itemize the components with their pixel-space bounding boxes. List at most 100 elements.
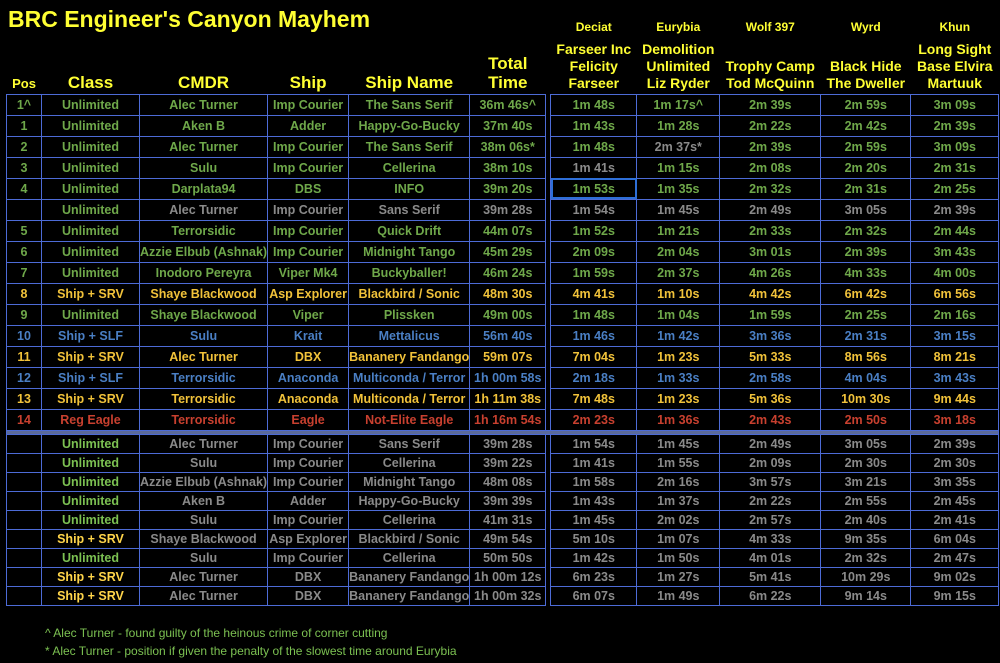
cell-eurybia[interactable]: 1m 23s <box>636 387 721 410</box>
cell-wyrd[interactable]: 4m 33s <box>820 261 912 284</box>
cell-wyrd[interactable]: 2m 40s <box>820 509 912 530</box>
cell-ship-name[interactable]: Multiconda / Terror <box>348 366 471 389</box>
cell-eurybia[interactable]: 1m 50s <box>636 547 721 568</box>
cell-ship[interactable]: Imp Courier <box>267 135 350 158</box>
cell-khun[interactable]: 8m 21s <box>910 345 1000 368</box>
cell-total-time[interactable]: 38m 10s <box>469 156 547 179</box>
cell-khun[interactable]: 2m 30s <box>910 452 1000 473</box>
cell-eurybia[interactable]: 1m 37s <box>636 490 721 511</box>
cell-class[interactable]: Unlimited <box>41 261 140 284</box>
cell-class[interactable]: Ship + SRV <box>41 528 140 549</box>
cell-deciat[interactable]: 1m 48s <box>550 303 638 326</box>
cell-deciat[interactable]: 7m 04s <box>550 345 638 368</box>
cell-wyrd[interactable]: 2m 31s <box>820 324 912 347</box>
cell-ship-name[interactable]: Plissken <box>348 303 471 326</box>
cell-pos[interactable] <box>6 471 42 492</box>
cell-eurybia[interactable]: 1m 07s <box>636 528 721 549</box>
cell-wyrd[interactable]: 2m 50s <box>820 408 912 431</box>
cell-cmdr[interactable]: Aken B <box>138 114 269 137</box>
cell-ship-name[interactable]: The Sans Serif <box>348 135 471 158</box>
cell-cmdr[interactable]: Shaye Blackwood <box>138 282 269 305</box>
cell-pos[interactable] <box>6 585 42 606</box>
cell-ship[interactable]: Imp Courier <box>267 240 350 263</box>
cell-pos[interactable]: 7 <box>6 261 42 284</box>
cell-wolf-397[interactable]: 2m 09s <box>719 452 822 473</box>
cell-total-time[interactable]: 59m 07s <box>469 345 547 368</box>
cell-eurybia[interactable]: 1m 15s <box>636 156 721 179</box>
cell-khun[interactable]: 2m 47s <box>910 547 1000 568</box>
cell-cmdr[interactable]: Sulu <box>138 509 269 530</box>
cell-cmdr[interactable]: Sulu <box>138 547 269 568</box>
cell-deciat[interactable]: 1m 43s <box>550 114 638 137</box>
cell-total-time[interactable]: 49m 54s <box>469 528 547 549</box>
cell-total-time[interactable]: 39m 22s <box>469 452 547 473</box>
cell-total-time[interactable]: 46m 24s <box>469 261 547 284</box>
cell-class[interactable]: Unlimited <box>41 219 140 242</box>
cell-wyrd[interactable]: 2m 42s <box>820 114 912 137</box>
cell-eurybia[interactable]: 1m 45s <box>636 433 721 454</box>
cell-ship[interactable]: DBS <box>267 177 350 200</box>
cell-pos[interactable]: 10 <box>6 324 42 347</box>
cell-class[interactable]: Unlimited <box>41 177 140 200</box>
cell-pos[interactable] <box>6 566 42 587</box>
cell-wolf-397[interactable]: 4m 42s <box>719 282 822 305</box>
cell-khun[interactable]: 4m 00s <box>910 261 1000 284</box>
cell-deciat[interactable]: 6m 23s <box>550 566 638 587</box>
cell-cmdr[interactable]: Terrorsidic <box>138 366 269 389</box>
cell-deciat[interactable]: 2m 09s <box>550 240 638 263</box>
cell-cmdr[interactable]: Sulu <box>138 452 269 473</box>
cell-wolf-397[interactable]: 3m 57s <box>719 471 822 492</box>
cell-eurybia[interactable]: 2m 37s* <box>636 135 721 158</box>
cell-class[interactable]: Unlimited <box>41 156 140 179</box>
cell-pos[interactable]: 13 <box>6 387 42 410</box>
cell-ship[interactable]: DBX <box>267 345 350 368</box>
cell-wyrd[interactable]: 3m 21s <box>820 471 912 492</box>
cell-ship-name[interactable]: Cellerina <box>348 509 471 530</box>
cell-ship-name[interactable]: Midnight Tango <box>348 240 471 263</box>
cell-khun[interactable]: 2m 41s <box>910 509 1000 530</box>
cell-cmdr[interactable]: Azzie Elbub (Ashnak) <box>138 240 269 263</box>
cell-class[interactable]: Unlimited <box>41 433 140 454</box>
cell-cmdr[interactable]: Alec Turner <box>138 198 269 221</box>
cell-wolf-397[interactable]: 4m 26s <box>719 261 822 284</box>
cell-ship-name[interactable]: Blackbird / Sonic <box>348 282 471 305</box>
cell-ship-name[interactable]: Mettalicus <box>348 324 471 347</box>
cell-class[interactable]: Ship + SRV <box>41 387 140 410</box>
cell-ship[interactable]: Imp Courier <box>267 452 350 473</box>
cell-khun[interactable]: 9m 44s <box>910 387 1000 410</box>
cell-wolf-397[interactable]: 2m 57s <box>719 509 822 530</box>
cell-wyrd[interactable]: 6m 42s <box>820 282 912 305</box>
cell-ship-name[interactable]: Midnight Tango <box>348 471 471 492</box>
cell-wolf-397[interactable]: 2m 43s <box>719 408 822 431</box>
cell-total-time[interactable]: 39m 28s <box>469 433 547 454</box>
cell-ship-name[interactable]: Not-Elite Eagle <box>348 408 471 431</box>
cell-total-time[interactable]: 56m 40s <box>469 324 547 347</box>
cell-total-time[interactable]: 48m 30s <box>469 282 547 305</box>
cell-wolf-397[interactable]: 2m 49s <box>719 433 822 454</box>
cell-pos[interactable]: 3 <box>6 156 42 179</box>
cell-eurybia[interactable]: 1m 55s <box>636 452 721 473</box>
cell-eurybia[interactable]: 1m 35s <box>636 177 721 200</box>
cell-khun[interactable]: 3m 09s <box>910 93 1000 116</box>
cell-class[interactable]: Ship + SLF <box>41 366 140 389</box>
cell-khun[interactable]: 3m 35s <box>910 471 1000 492</box>
cell-khun[interactable]: 2m 39s <box>910 114 1000 137</box>
cell-wolf-397[interactable]: 2m 33s <box>719 219 822 242</box>
cell-deciat[interactable]: 4m 41s <box>550 282 638 305</box>
cell-class[interactable]: Unlimited <box>41 452 140 473</box>
cell-pos[interactable] <box>6 198 42 221</box>
cell-eurybia[interactable]: 1m 45s <box>636 198 721 221</box>
cell-deciat[interactable]: 1m 52s <box>550 219 638 242</box>
cell-ship[interactable]: Adder <box>267 490 350 511</box>
cell-wolf-397[interactable]: 1m 59s <box>719 303 822 326</box>
cell-khun[interactable]: 9m 15s <box>910 585 1000 606</box>
cell-pos[interactable]: 14 <box>6 408 42 431</box>
cell-wolf-397[interactable]: 2m 39s <box>719 135 822 158</box>
cell-class[interactable]: Ship + SRV <box>41 282 140 305</box>
cell-ship[interactable]: Imp Courier <box>267 433 350 454</box>
cell-pos[interactable] <box>6 433 42 454</box>
cell-cmdr[interactable]: Shaye Blackwood <box>138 528 269 549</box>
cell-ship[interactable]: Imp Courier <box>267 219 350 242</box>
cell-total-time[interactable]: 1h 16m 54s <box>469 408 547 431</box>
cell-wolf-397[interactable]: 2m 39s <box>719 93 822 116</box>
